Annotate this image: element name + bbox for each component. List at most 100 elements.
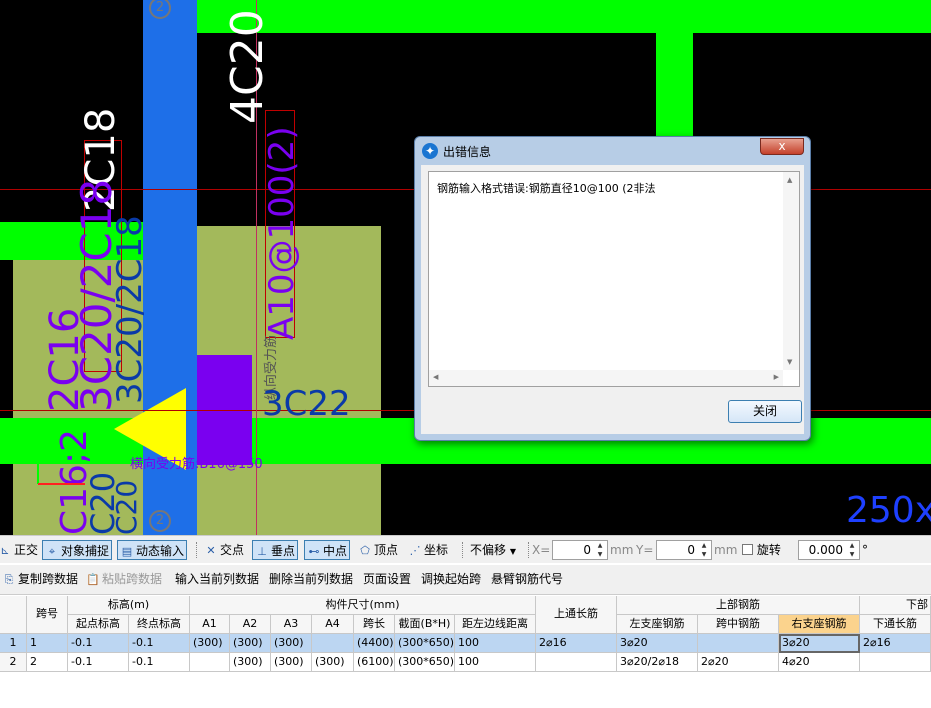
error-dialog[interactable]: ✦ 出错信息 x 钢筋输入格式错误:钢筋直径10@100 (2非法 ▲ ▼ ◀ … (414, 136, 811, 441)
table-cell[interactable]: (6100) (354, 653, 395, 672)
header-bottom-through: 下通长筋 (860, 615, 931, 634)
stirrup-text[interactable]: A10@100(2) (262, 126, 302, 340)
vertex-snap[interactable]: ⬠ 顶点 (358, 540, 398, 560)
rebar-text-top[interactable]: 4C20 (222, 9, 273, 124)
table-cell[interactable]: (300*650) (395, 634, 455, 653)
delete-column-button[interactable]: 删除当前列数据 (269, 569, 353, 589)
table-cell[interactable] (698, 634, 779, 653)
table-cell[interactable]: 4⌀20 (779, 653, 860, 672)
cantilever-code-button[interactable]: 悬臂钢筋代号 (491, 569, 563, 589)
cad-canvas[interactable]: 2 2 4C20 2C18 3C20/2C18 3C20/2C18 2C16 C… (0, 0, 931, 535)
table-cell[interactable]: 2⌀20 (698, 653, 779, 672)
header-top-through: 上通长筋 (536, 596, 617, 634)
rebar-text-3c20-b[interactable]: 3C20/2C18 (110, 215, 150, 404)
table-cell[interactable]: (300) (271, 634, 312, 653)
rotate-checkbox[interactable] (742, 544, 753, 555)
table-cell[interactable] (536, 653, 617, 672)
input-column-button[interactable]: 输入当前列数据 (175, 569, 259, 589)
table-cell[interactable]: (4400) (354, 634, 395, 653)
spin-updown-icon[interactable]: ▲ ▼ (594, 541, 606, 559)
toolbar-separator (528, 542, 529, 558)
table-cell[interactable]: -0.1 (68, 634, 129, 653)
table-cell[interactable]: (300*650) (395, 653, 455, 672)
scroll-down-icon[interactable]: ▼ (787, 358, 792, 366)
row-number[interactable]: 2 (0, 653, 27, 672)
header-span-no: 跨号 (27, 596, 68, 634)
dynamic-input-icon: ▤ (121, 545, 133, 558)
horizontal-scrollbar[interactable]: ◀ ▶ (429, 370, 783, 386)
dialog-titlebar[interactable]: ✦ 出错信息 x (415, 137, 810, 165)
offset-dropdown[interactable]: 不偏移 ▼ (470, 540, 516, 560)
table-cell[interactable]: (300) (230, 653, 271, 672)
header-left-distance: 距左边线距离 (455, 615, 536, 634)
table-cell[interactable]: 100 (455, 634, 536, 653)
beam-top (196, 0, 931, 33)
y-coordinate-input[interactable]: 0 ▲ ▼ (656, 540, 712, 560)
table-cell[interactable]: 100 (455, 653, 536, 672)
dynamic-input-toggle[interactable]: ▤ 动态输入 (117, 540, 188, 560)
table-cell[interactable]: 2⌀16 (536, 634, 617, 653)
page-setup-button[interactable]: 页面设置 (363, 569, 411, 589)
header-top-rebar: 上部钢筋 (617, 596, 860, 615)
coordinate-snap[interactable]: ⋰ 坐标 (408, 540, 449, 560)
snap-toolbar: ⊾ 正交 ⌖ 对象捕捉 ▤ 动态输入 ✕ 交点 ⊥ 垂点 ⊷ 中点 ⬠ 顶点 ⋰ 坐标 不偏移 … (0, 535, 931, 563)
header-left-support: 左支座钢筋 (617, 615, 698, 634)
rebar-text-2c16[interactable]: 2C16 (42, 308, 88, 412)
vertical-scrollbar[interactable]: ▲ ▼ (783, 172, 799, 370)
table-cell[interactable]: -0.1 (129, 653, 190, 672)
table-cell[interactable]: 1 (27, 634, 68, 653)
dialog-close-x-button[interactable]: x (760, 138, 804, 155)
row-number[interactable]: 1 (0, 634, 27, 653)
y-unit: mm (714, 543, 738, 557)
rotate-toggle[interactable]: 旋转 (742, 540, 781, 560)
rotate-angle-input[interactable]: 0.000 ▲ ▼ (798, 540, 860, 560)
bottom-rebar-text[interactable]: 3C22 (262, 384, 351, 424)
spin-updown-icon[interactable]: ▲ ▼ (846, 541, 858, 559)
table-cell[interactable] (190, 653, 230, 672)
header-end-elev: 终点标高 (129, 615, 190, 634)
perpendicular-snap[interactable]: ⊥ 垂点 (252, 540, 299, 560)
span-table[interactable]: 跨号 标高(m) 构件尺寸(mm) 上通长筋 上部钢筋 下部 起点标高 终点标高… (0, 596, 931, 708)
paste-span-button[interactable]: 📋 粘贴跨数据 (86, 569, 162, 589)
table-cell[interactable]: 2⌀16 (860, 634, 931, 653)
object-snap-toggle[interactable]: ⌖ 对象捕捉 (42, 540, 113, 560)
table-cell[interactable]: 3⌀20 (617, 634, 698, 653)
table-cell[interactable]: (300) (190, 634, 230, 653)
object-snap-icon: ⌖ (48, 545, 56, 558)
midpoint-snap[interactable]: ⊷ 中点 (304, 540, 351, 560)
table-cell[interactable]: (300) (230, 634, 271, 653)
rebar-text-c20-b[interactable]: C20 (110, 480, 143, 535)
scroll-right-icon[interactable]: ▶ (774, 373, 779, 381)
table-cell[interactable]: -0.1 (129, 634, 190, 653)
table-cell[interactable]: (300) (271, 653, 312, 672)
header-a1: A1 (190, 615, 230, 634)
table-cell[interactable] (312, 634, 354, 653)
toolbar-separator (196, 542, 197, 558)
midpoint-icon: ⊷ (308, 545, 320, 558)
dialog-client: 钢筋输入格式错误:钢筋直径10@100 (2非法 ▲ ▼ ◀ ▶ 关闭 (421, 165, 804, 434)
error-message: 钢筋输入格式错误:钢筋直径10@100 (2非法 (437, 182, 656, 195)
table-cell[interactable]: 2 (27, 653, 68, 672)
header-right-support: 右支座钢筋 (779, 615, 860, 634)
ucs-axis-icon (37, 442, 85, 485)
table-cell[interactable]: -0.1 (68, 653, 129, 672)
x-coordinate-input[interactable]: 0 ▲ ▼ (552, 540, 608, 560)
spin-updown-icon[interactable]: ▲ ▼ (698, 541, 710, 559)
table-cell[interactable]: 3⌀20/2⌀18 (617, 653, 698, 672)
scroll-left-icon[interactable]: ◀ (433, 373, 438, 381)
error-message-box[interactable]: 钢筋输入格式错误:钢筋直径10@100 (2非法 ▲ ▼ ◀ ▶ (428, 171, 800, 387)
ortho-toggle[interactable]: ⊾ 正交 (0, 540, 38, 560)
degree-symbol: ° (862, 543, 868, 557)
x-unit: mm (610, 543, 634, 557)
intersection-snap[interactable]: ✕ 交点 (204, 540, 244, 560)
scroll-up-icon[interactable]: ▲ (787, 176, 792, 184)
copy-icon: ⎘ (4, 573, 14, 586)
table-cell[interactable]: (300) (312, 653, 354, 672)
close-button[interactable]: 关闭 (728, 400, 802, 423)
copy-span-button[interactable]: ⎘ 复制跨数据 (2, 569, 78, 589)
active-cell[interactable]: 3⌀20 (779, 634, 860, 653)
y-label: Y= (636, 543, 654, 557)
swap-start-span-button[interactable]: 调换起始跨 (421, 569, 481, 589)
table-cell[interactable] (860, 653, 931, 672)
x-label: X= (532, 543, 551, 557)
